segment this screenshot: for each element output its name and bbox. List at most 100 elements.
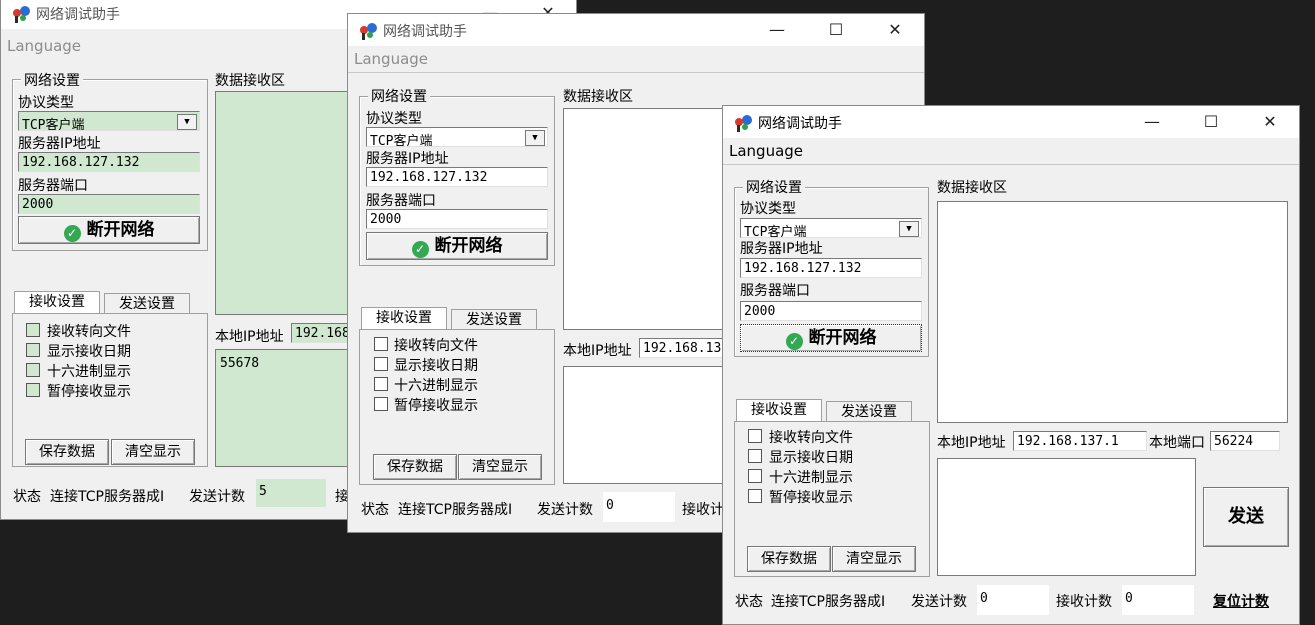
cb-receive-to-file[interactable] (374, 337, 388, 351)
protocol-type-label: 协议类型 (740, 201, 796, 217)
cb-hex-display[interactable] (748, 469, 762, 483)
server-port-input[interactable]: 2000 (366, 209, 548, 229)
cb-receive-to-file-label: 接收转向文件 (769, 430, 853, 446)
cb-hex-display[interactable] (26, 363, 40, 377)
save-data-button[interactable]: 保存数据 (373, 454, 457, 480)
close-icon[interactable]: ✕ (866, 14, 924, 46)
receive-area-label: 数据接收区 (563, 89, 633, 105)
reset-count-link[interactable]: 复位计数 (1213, 591, 1269, 611)
maximize-icon[interactable]: ☐ (807, 14, 865, 46)
status-label: 状态 (735, 594, 763, 610)
cb-pause-display-label: 暂停接收显示 (47, 384, 131, 400)
send-count-label: 发送计数 (911, 594, 967, 610)
dropdown-arrow-icon: ▼ (525, 130, 545, 146)
send-count-label: 发送计数 (537, 502, 593, 518)
cb-show-date-label: 显示接收日期 (394, 358, 478, 374)
cb-pause-display[interactable] (26, 383, 40, 397)
protocol-value: TCP客户端 (22, 118, 85, 131)
server-port-input[interactable]: 2000 (18, 194, 200, 214)
disconnect-button[interactable]: ✓ 断开网络 (740, 324, 922, 352)
green-check-icon: ✓ (785, 333, 803, 350)
cb-receive-to-file[interactable] (748, 429, 762, 443)
server-ip-input[interactable]: 192.168.127.132 (366, 167, 548, 187)
send-count-value: 0 (977, 585, 1049, 615)
menu-language[interactable]: Language (729, 142, 803, 160)
status-text: 连接TCP服务器成I (398, 502, 513, 518)
cb-receive-to-file[interactable] (26, 323, 40, 337)
server-ip-label: 服务器IP地址 (740, 241, 823, 257)
status-text: 连接TCP服务器成I (771, 594, 886, 610)
local-port-label: 本地端口 (1149, 435, 1205, 451)
tab-send-settings[interactable]: 发送设置 (104, 293, 190, 313)
cb-pause-display[interactable] (374, 397, 388, 411)
protocol-select[interactable]: TCP客户端 ▼ (18, 111, 200, 131)
title-bar[interactable]: 网络调试助手 — ☐ ✕ (723, 106, 1299, 138)
menu-separator (348, 72, 924, 73)
menu-bar: Language (723, 140, 1299, 164)
recv-count-label: 接收计数 (1056, 594, 1112, 610)
tab-receive-settings[interactable]: 接收设置 (14, 291, 100, 313)
send-count-label: 发送计数 (189, 489, 245, 505)
tab-receive-settings[interactable]: 接收设置 (736, 399, 822, 421)
cb-show-date[interactable] (748, 449, 762, 463)
protocol-select[interactable]: TCP客户端 ▼ (366, 127, 548, 147)
cb-show-date[interactable] (26, 343, 40, 357)
server-port-label: 服务器端口 (18, 178, 88, 194)
protocol-value: TCP客户端 (744, 225, 807, 238)
green-check-icon: ✓ (411, 241, 429, 258)
server-port-input[interactable]: 2000 (740, 301, 922, 321)
local-port-input[interactable]: 56224 (1210, 431, 1280, 451)
status-label: 状态 (361, 502, 389, 518)
disconnect-label: 断开网络 (808, 328, 877, 348)
close-icon[interactable]: ✕ (1241, 106, 1299, 138)
tab-send-settings[interactable]: 发送设置 (451, 309, 537, 329)
cb-hex-display[interactable] (374, 377, 388, 391)
title-bar[interactable]: 网络调试助手 — ☐ ✕ (348, 14, 924, 46)
local-ip-input[interactable]: 192.168.13 (639, 338, 723, 358)
cb-show-date-label: 显示接收日期 (47, 344, 131, 360)
cb-receive-to-file-label: 接收转向文件 (47, 324, 131, 340)
clear-display-button[interactable]: 清空显示 (458, 454, 542, 480)
save-data-button[interactable]: 保存数据 (25, 439, 109, 465)
clear-display-button[interactable]: 清空显示 (832, 546, 916, 572)
window-title: 网络调试助手 (36, 7, 120, 23)
minimize-icon[interactable]: — (748, 14, 806, 46)
send-area[interactable]: 55678 (215, 349, 365, 467)
window-title: 网络调试助手 (758, 116, 842, 132)
cb-pause-display[interactable] (748, 489, 762, 503)
cb-show-date[interactable] (374, 357, 388, 371)
menu-language[interactable]: Language (7, 37, 81, 55)
save-data-button[interactable]: 保存数据 (747, 546, 831, 572)
receive-area[interactable] (937, 201, 1288, 423)
tab-receive-settings[interactable]: 接收设置 (361, 307, 447, 329)
disconnect-label: 断开网络 (86, 220, 155, 240)
disconnect-button[interactable]: ✓ 断开网络 (18, 216, 200, 244)
local-ip-input[interactable]: 192.168.137.1 (1013, 431, 1147, 451)
cb-show-date-label: 显示接收日期 (769, 450, 853, 466)
send-button[interactable]: 发送 (1203, 487, 1289, 547)
menu-language[interactable]: Language (354, 50, 428, 68)
status-text: 连接TCP服务器成I (50, 489, 165, 505)
server-ip-label: 服务器IP地址 (366, 151, 449, 167)
local-ip-label: 本地IP地址 (937, 435, 1006, 451)
clear-display-button[interactable]: 清空显示 (111, 439, 195, 465)
network-settings-legend: 网络设置 (21, 70, 83, 90)
dropdown-arrow-icon: ▼ (177, 114, 197, 130)
send-area[interactable] (563, 366, 723, 484)
disconnect-label: 断开网络 (434, 236, 503, 256)
minimize-icon[interactable]: — (1123, 106, 1181, 138)
maximize-icon[interactable]: ☐ (1182, 106, 1240, 138)
protocol-value: TCP客户端 (370, 134, 433, 147)
receive-area[interactable] (563, 108, 723, 330)
disconnect-button[interactable]: ✓ 断开网络 (366, 232, 548, 260)
receive-area[interactable] (215, 91, 365, 315)
app-logo-icon (360, 23, 377, 40)
recv-count-label-cut: 接收计 (682, 502, 724, 518)
server-ip-input[interactable]: 192.168.127.132 (18, 152, 200, 172)
send-area[interactable] (937, 458, 1196, 576)
protocol-select[interactable]: TCP客户端 ▼ (740, 218, 922, 238)
server-ip-input[interactable]: 192.168.127.132 (740, 258, 922, 278)
local-ip-label: 本地IP地址 (215, 329, 284, 345)
tab-send-settings[interactable]: 发送设置 (826, 401, 912, 421)
receive-area-label: 数据接收区 (215, 73, 285, 89)
